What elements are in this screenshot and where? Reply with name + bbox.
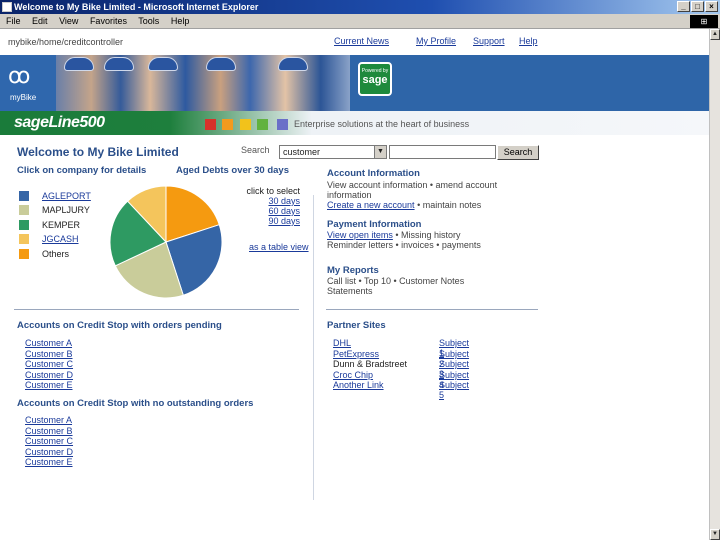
search-button[interactable]: Search — [497, 145, 539, 160]
color-square — [205, 119, 216, 130]
scroll-up-icon[interactable]: ▲ — [710, 29, 720, 40]
60-days-link[interactable]: 60 days — [268, 206, 300, 216]
payment-info-heading: Payment Information — [327, 219, 422, 230]
menu-file[interactable]: File — [6, 16, 21, 26]
search-input[interactable] — [389, 145, 496, 159]
legend-swatch — [19, 233, 29, 244]
brand-bar: sageLine500 Enterprise solutions at the … — [0, 111, 709, 135]
list-item[interactable]: Customer A — [25, 415, 72, 425]
breadcrumb: mybike/home/creditcontroller — [8, 37, 124, 47]
90-days-link[interactable]: 90 days — [268, 216, 300, 226]
payment-info-text: View open items • Missing history Remind… — [327, 230, 481, 250]
menu-bar: File Edit View Favorites Tools Help ⊞ — [0, 14, 720, 29]
legend-item-mapljury: MAPLJURY — [19, 204, 90, 215]
my-profile-link[interactable]: My Profile — [416, 36, 456, 46]
legend-swatch — [19, 248, 29, 259]
search-type-select[interactable]: customer ▼ — [279, 145, 387, 159]
partner-row: Dunn & Bradstreet Subject 3 — [333, 359, 469, 379]
credit-stop-none-list: Customer A Customer B Customer C Custome… — [25, 415, 73, 468]
credit-stop-pending-list: Customer A Customer B Customer C Custome… — [25, 338, 73, 391]
page-title: Welcome to My Bike Limited — [17, 145, 179, 159]
list-item[interactable]: Customer D — [25, 370, 73, 380]
partner-link[interactable]: DHL — [333, 338, 351, 348]
list-item[interactable]: Customer E — [25, 380, 73, 390]
menu-favorites[interactable]: Favorites — [90, 16, 127, 26]
aged-debts-pie-chart[interactable] — [108, 184, 224, 300]
list-item[interactable]: Customer D — [25, 447, 73, 457]
partner-row: PetExpress Subject 2 — [333, 349, 469, 369]
account-info-text: View account information • amend account… — [327, 180, 498, 210]
chevron-down-icon[interactable]: ▼ — [374, 146, 386, 158]
my-reports-heading: My Reports — [327, 265, 379, 276]
legend-item-others: Others — [19, 248, 69, 259]
window-title-bar: Welcome to My Bike Limited - Microsoft I… — [0, 0, 720, 14]
aged-debts-heading: Aged Debts over 30 days — [176, 165, 289, 176]
sage-line500-logo: sageLine500 — [14, 114, 105, 131]
menu-edit[interactable]: Edit — [32, 16, 48, 26]
bicycle-icon: ꝏ — [8, 63, 31, 88]
click-select-text: click to select — [246, 186, 300, 196]
partner-link[interactable]: Croc Chip — [333, 370, 373, 380]
current-news-link[interactable]: Current News — [334, 36, 389, 46]
color-square — [257, 119, 268, 130]
header-banner: ꝏ myBike Powered by sage — [0, 55, 709, 111]
cyclists-photo — [56, 55, 350, 111]
partner-row: Another Link Subject 5 — [333, 380, 469, 400]
partner-link[interactable]: Another Link — [333, 380, 384, 390]
maximize-button[interactable]: □ — [691, 1, 704, 12]
credit-stop-pending-heading: Accounts on Credit Stop with orders pend… — [17, 320, 222, 331]
30-days-link[interactable]: 30 days — [268, 196, 300, 206]
support-link[interactable]: Support — [473, 36, 505, 46]
powered-by-sage-logo: Powered by sage — [358, 62, 392, 96]
list-item[interactable]: Customer C — [25, 359, 73, 369]
color-square — [240, 119, 251, 130]
partner-name: Dunn & Bradstreet — [333, 359, 408, 369]
view-open-items-link[interactable]: View open items — [327, 230, 393, 240]
account-info-heading: Account Information — [327, 168, 420, 179]
legend-swatch — [19, 219, 29, 230]
partner-row: DHL Subject 1 — [333, 338, 469, 358]
legend-swatch — [19, 190, 29, 201]
search-label: Search — [241, 145, 270, 155]
menu-help[interactable]: Help — [171, 16, 190, 26]
vertical-scrollbar[interactable]: ▲ ▼ — [709, 29, 720, 540]
list-item[interactable]: Customer B — [25, 349, 73, 359]
minimize-button[interactable]: _ — [677, 1, 690, 12]
window-title: Welcome to My Bike Limited - Microsoft I… — [14, 2, 259, 12]
close-button[interactable]: × — [705, 1, 718, 12]
windows-logo-icon: ⊞ — [690, 15, 718, 28]
list-item[interactable]: Customer E — [25, 457, 73, 467]
list-item[interactable]: Customer A — [25, 338, 72, 348]
menu-view[interactable]: View — [59, 16, 78, 26]
ie-app-icon[interactable] — [2, 2, 12, 12]
table-view-link[interactable]: as a table view — [249, 242, 309, 252]
mybike-logo[interactable]: ꝏ myBike — [0, 55, 56, 111]
divider — [14, 309, 299, 310]
legend-item-kemper: KEMPER — [19, 219, 80, 230]
legend-item-jgcash[interactable]: JGCASH — [19, 233, 79, 244]
partner-link[interactable]: PetExpress — [333, 349, 379, 359]
partner-subject-link[interactable]: Subject 5 — [439, 380, 469, 400]
page-content: mybike/home/creditcontroller Current New… — [0, 29, 709, 540]
period-selector: click to select 30 days 60 days 90 days — [238, 186, 300, 226]
reports-text: Call list • Top 10 • Customer Notes Stat… — [327, 276, 465, 296]
help-link[interactable]: Help — [519, 36, 538, 46]
legend-swatch — [19, 204, 29, 215]
partner-sites-heading: Partner Sites — [327, 320, 386, 331]
list-item[interactable]: Customer B — [25, 426, 73, 436]
click-company-heading: Click on company for details — [17, 165, 147, 176]
scroll-down-icon[interactable]: ▼ — [710, 529, 720, 540]
color-square — [277, 119, 288, 130]
credit-stop-none-heading: Accounts on Credit Stop with no outstand… — [17, 398, 254, 409]
create-account-link[interactable]: Create a new account — [327, 200, 415, 210]
menu-tools[interactable]: Tools — [138, 16, 159, 26]
partner-row: Croc Chip Subject 4 — [333, 370, 469, 390]
list-item[interactable]: Customer C — [25, 436, 73, 446]
column-divider — [313, 195, 314, 500]
tagline: Enterprise solutions at the heart of bus… — [294, 119, 470, 129]
legend-item-agleport[interactable]: AGLEPORT — [19, 190, 91, 201]
color-square — [222, 119, 233, 130]
divider — [326, 309, 538, 310]
